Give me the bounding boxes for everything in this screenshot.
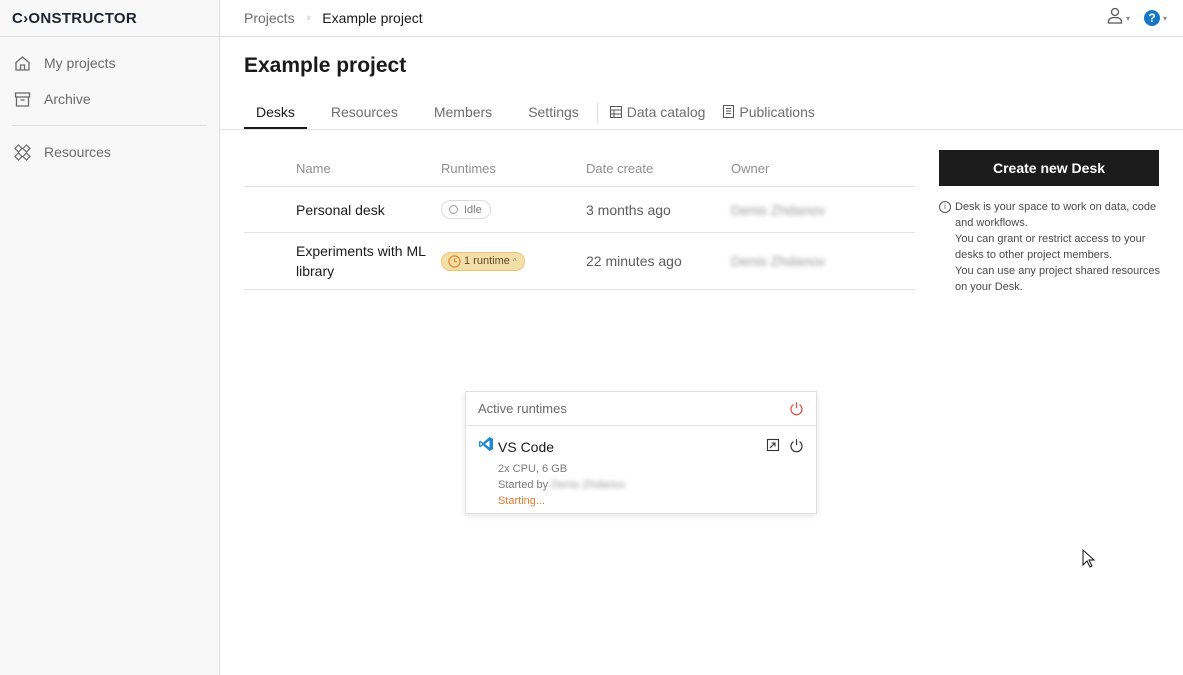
tab-divider xyxy=(596,103,598,123)
archive-icon xyxy=(13,90,31,108)
main-content: Example project Desks Resources Members … xyxy=(220,37,1183,675)
tab-data-catalog[interactable]: Data catalog xyxy=(604,96,712,129)
table-header: Name Runtimes Date create Owner xyxy=(244,150,915,187)
sidebar-item-label: Archive xyxy=(44,91,91,107)
header-actions: ▾ ? ▾ xyxy=(1107,7,1183,29)
chevron-up-icon: ^ xyxy=(512,256,517,266)
hint-line: You can grant or restrict access to your… xyxy=(955,233,1146,261)
tab-label: Data catalog xyxy=(626,103,706,120)
tab-settings[interactable]: Settings xyxy=(516,96,591,129)
chevron-right-icon: › xyxy=(306,12,311,24)
table-icon xyxy=(609,105,622,118)
desk-date: 22 minutes ago xyxy=(586,253,682,269)
runtime-dropdown-toggle[interactable]: 1 runtime ^ xyxy=(441,251,525,271)
sidebar-nav: My projects Archive Resources xyxy=(0,37,219,170)
chevron-down-icon: ▾ xyxy=(1125,13,1130,23)
desk-date: 3 months ago xyxy=(586,201,671,218)
tab-label: Publications xyxy=(739,103,815,120)
tab-desks[interactable]: Desks xyxy=(244,96,307,129)
sidebar-item-label: Resources xyxy=(44,144,111,160)
breadcrumb-current: Example project xyxy=(322,10,423,26)
desk-owner: Denis Zhdanov xyxy=(731,201,826,218)
tab-resources[interactable]: Resources xyxy=(319,96,410,129)
column-header-owner[interactable]: Owner xyxy=(731,161,915,176)
help-menu-button[interactable]: ? ▾ xyxy=(1143,10,1167,26)
idle-circle-icon xyxy=(449,205,458,214)
sidebar-item-label: My projects xyxy=(44,55,116,71)
hint-line: You can use any project shared resources… xyxy=(955,265,1161,293)
document-icon xyxy=(723,105,735,118)
runtime-starter: Denis Zhdanov xyxy=(551,479,626,491)
open-runtime-button[interactable] xyxy=(766,438,780,453)
app-root: C›ONSTRUCTOR My projects Archive Resourc… xyxy=(0,0,1183,675)
mouse-cursor-icon xyxy=(1082,548,1096,574)
hint-line: Desk is your space to work on data, code… xyxy=(955,201,1157,229)
user-menu-button[interactable]: ▾ xyxy=(1107,7,1130,29)
runtime-label: Idle xyxy=(464,203,482,216)
sidebar-item-resources[interactable]: Resources xyxy=(0,134,219,170)
page-title: Example project xyxy=(244,54,407,77)
popover-title: Active runtimes xyxy=(478,401,567,416)
table-row[interactable]: Experiments with ML library 1 runtime ^ … xyxy=(244,233,915,290)
column-header-runtimes[interactable]: Runtimes xyxy=(441,161,586,176)
stop-all-runtimes-button[interactable] xyxy=(789,401,804,416)
info-icon: i xyxy=(939,201,951,213)
user-icon xyxy=(1107,7,1123,29)
vscode-icon xyxy=(478,436,494,457)
active-runtimes-popover: Active runtimes VS Code 2x CPU, 6 GB Sta… xyxy=(465,391,817,514)
logo[interactable]: C›ONSTRUCTOR xyxy=(0,0,219,37)
breadcrumb-projects[interactable]: Projects xyxy=(244,10,295,26)
runtime-specs: 2x CPU, 6 GB xyxy=(498,463,568,475)
top-bar: Projects › Example project ▾ ? ▾ xyxy=(220,0,1183,37)
column-header-date[interactable]: Date create xyxy=(586,161,731,176)
stop-runtime-button[interactable] xyxy=(789,438,804,453)
desk-name[interactable]: Experiments with ML library xyxy=(244,241,441,281)
chevron-down-icon: ▾ xyxy=(1162,13,1167,23)
runtime-label: 1 runtime xyxy=(464,255,510,267)
runtime-started-by: Started by Denis Zhdanov xyxy=(498,479,626,491)
popover-header: Active runtimes xyxy=(466,392,816,426)
project-tabs: Desks Resources Members Settings Data ca… xyxy=(220,97,1183,130)
runtime-status-badge[interactable]: Idle xyxy=(441,200,491,219)
desk-owner: Denis Zhdanov xyxy=(731,253,826,269)
table-row[interactable]: Personal desk Idle 3 months ago Denis Zh… xyxy=(244,187,915,233)
power-icon xyxy=(790,439,803,453)
sidebar-divider xyxy=(12,125,207,126)
desks-table: Name Runtimes Date create Owner Personal… xyxy=(244,150,915,514)
tab-publications[interactable]: Publications xyxy=(717,96,821,129)
home-icon xyxy=(13,54,31,72)
create-desk-button[interactable]: Create new Desk xyxy=(939,150,1159,186)
breadcrumb: Projects › Example project xyxy=(220,10,423,26)
tab-members[interactable]: Members xyxy=(422,96,504,129)
desk-info-hint: i Desk is your space to work on data, co… xyxy=(939,199,1164,295)
runtime-name: VS Code xyxy=(498,438,555,455)
column-header-name[interactable]: Name xyxy=(244,161,441,176)
desk-name[interactable]: Personal desk xyxy=(244,200,441,220)
clock-icon xyxy=(448,254,461,268)
runtime-item: VS Code 2x CPU, 6 GB Started by Denis Zh xyxy=(466,426,816,509)
sidebar-item-my-projects[interactable]: My projects xyxy=(0,45,219,81)
power-icon xyxy=(790,402,803,416)
resources-icon xyxy=(13,143,31,161)
open-external-icon xyxy=(766,438,780,452)
sidebar: C›ONSTRUCTOR My projects Archive Resourc… xyxy=(0,0,220,675)
runtime-status: Starting... xyxy=(498,495,546,507)
sidebar-item-archive[interactable]: Archive xyxy=(0,81,219,117)
help-icon: ? xyxy=(1143,10,1160,26)
